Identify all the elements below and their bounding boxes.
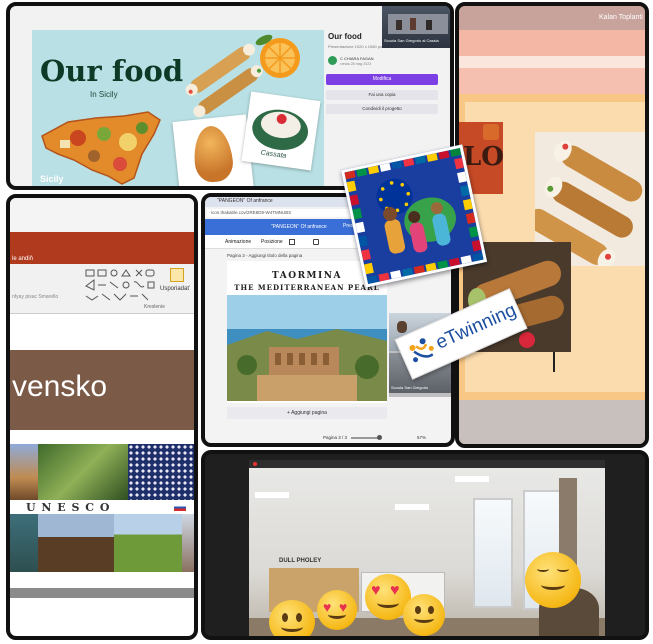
slide-title: Our food — [40, 54, 184, 88]
sicily-label: Sicily — [40, 174, 64, 184]
cassata-image: Cassata — [241, 91, 321, 171]
tool-position[interactable]: Posizione — [261, 239, 283, 245]
arancina-image — [172, 114, 254, 186]
url-bar[interactable]: icon.thakable.cov/2RE8D9-W4TMNUBS — [207, 209, 367, 217]
page-label[interactable]: Pagina 3 - Aggiungi titolo della pagina — [227, 253, 302, 258]
drawing-group-label: Kreslenie — [144, 304, 165, 310]
tool-animation[interactable]: Animazione — [225, 239, 251, 245]
panel-slovensko: le andiň nfyay pisac Smarello Usporiadať… — [6, 194, 198, 640]
poster-letters: LO — [463, 142, 504, 172]
slide-big-word: vensko — [12, 370, 108, 403]
ribbon-text: le andiň — [12, 256, 34, 262]
side-date: creata 28 mag 2023 — [340, 62, 372, 66]
ceiling-light-2 — [395, 504, 429, 510]
photo-town — [182, 514, 194, 572]
video-thumbnail: Scuola San Gregorio al Cassia — [382, 6, 450, 48]
browser-tab-title: "PANGEON" Of anfrance — [217, 198, 273, 204]
europe-flags-poster — [340, 144, 488, 288]
side-author: C CHIARA FAGAN — [340, 56, 374, 61]
lock-icon[interactable] — [313, 239, 319, 245]
orange-image — [255, 34, 300, 78]
photo-hill-castle — [114, 514, 182, 572]
corner-name: Kalan Toplanti — [599, 14, 643, 21]
taormina-slide: TAORMINA THE MEDITERRANEAN PEARL — [227, 261, 387, 403]
add-page-button[interactable]: + Aggiungi pagina — [227, 407, 387, 419]
ribbon-red — [10, 232, 194, 264]
slide-preview: Our food In Sicily Sicily Cassata — [32, 30, 324, 186]
share-button[interactable]: Condividi il progetto — [326, 104, 438, 114]
unesco-text: U N E S C O — [26, 501, 111, 514]
ceiling-light — [255, 492, 289, 498]
relieved-emoji-icon — [525, 552, 581, 608]
modify-button[interactable]: Modifica — [326, 74, 438, 85]
window-left — [473, 498, 513, 608]
right-dark-area — [605, 454, 645, 636]
smiley-emoji-icon — [403, 594, 445, 636]
taormina-photo — [227, 295, 387, 401]
thumb-caption: Scuola San Gregorio — [391, 385, 429, 390]
photo-waterfall — [10, 514, 38, 572]
copy-button[interactable]: Fai una copia — [326, 90, 438, 100]
photo-forest — [38, 444, 128, 500]
heart-eyes-emoji-icon: ♥ ♥ — [317, 590, 357, 630]
flag-icon — [174, 504, 186, 511]
arrange-icon[interactable] — [170, 268, 184, 282]
smiley-emoji-icon — [269, 600, 315, 636]
slide-heading-2: THE MEDITERRANEAN PEARL — [234, 283, 380, 292]
stripe-light — [459, 56, 645, 68]
panel-poster: Kalan Toplanti LO — [455, 2, 649, 448]
cassata-label: Cassata — [260, 149, 287, 160]
align-icon[interactable] — [289, 239, 295, 245]
author-avatar — [328, 56, 337, 65]
side-meta: Presentazione 1920 x 1080 px — [328, 44, 383, 49]
stripe-pink — [459, 30, 645, 56]
shapes-gallery[interactable] — [84, 268, 160, 302]
left-dark-area — [205, 454, 249, 636]
price-tag-icon — [483, 124, 499, 140]
zoom-level: 57% — [417, 435, 427, 440]
arrange-label[interactable]: Usporiadať — [160, 286, 190, 292]
call-top-bar — [249, 460, 605, 468]
page-counter: Pagina 3 / 3 — [323, 435, 348, 440]
stripe-pink2 — [459, 68, 645, 94]
font-hint: nfyay pisac Smarello — [12, 294, 59, 300]
poster-bottom-line — [553, 352, 555, 372]
ribbon-top — [10, 198, 194, 232]
photo-pattern — [128, 444, 194, 500]
video-label: Scuola San Gregorio al Cassia — [384, 38, 439, 43]
photo-castle — [10, 444, 38, 500]
panel-video-call: DULL PHOLEY ♥ ♥ ♥ ♥ — [201, 450, 649, 640]
photo-collage: U N E S C O — [10, 444, 194, 572]
bottom-bar — [10, 588, 194, 598]
record-indicator-icon — [253, 462, 257, 466]
shelf-tag: DULL PHOLEY — [279, 558, 322, 564]
poster-bottom-bar — [459, 400, 645, 444]
zoom-slider-handle[interactable] — [377, 435, 382, 440]
side-title: Our food — [328, 32, 362, 41]
canva-header-title: "PANGEON" Of anfrance — [271, 224, 327, 230]
ceiling-light-3 — [455, 476, 489, 482]
photo-wooden-house — [38, 514, 114, 572]
